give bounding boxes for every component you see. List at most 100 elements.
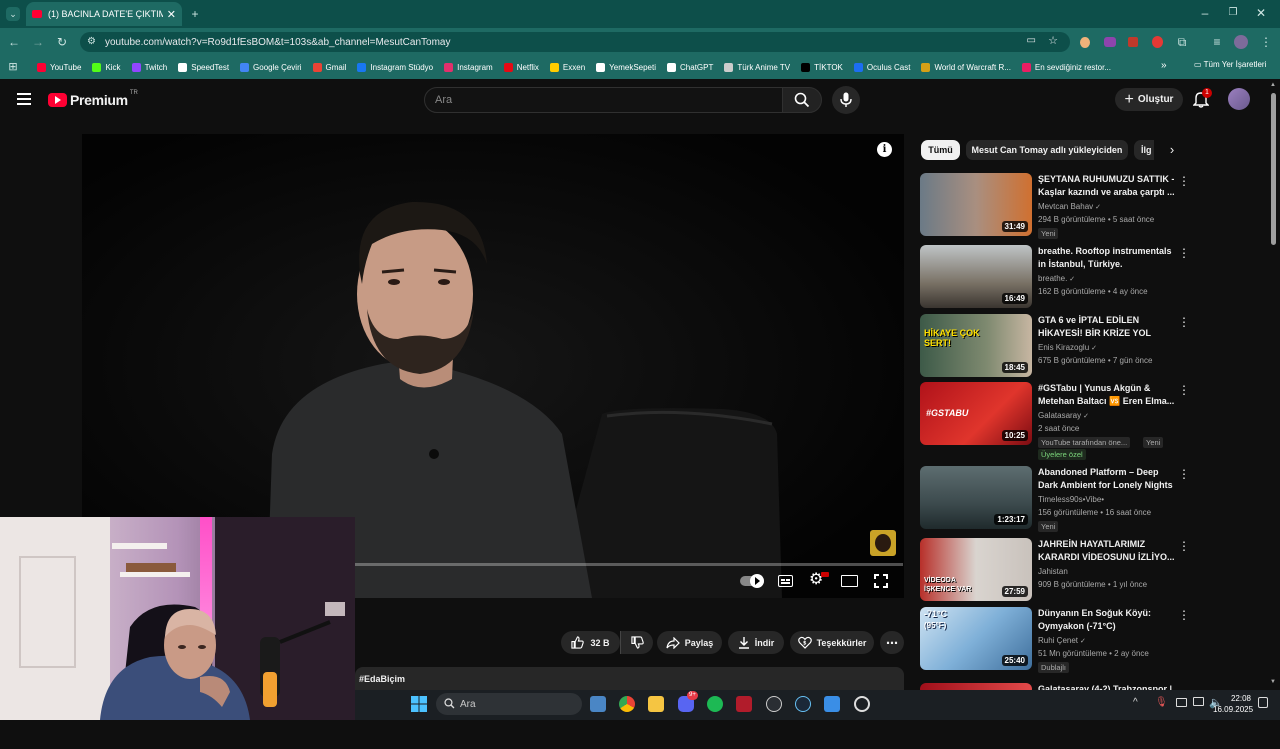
tab-search-icon[interactable]: ⌄ <box>6 7 20 21</box>
bookmark-star-icon[interactable]: ☆ <box>1048 34 1058 47</box>
bookmark-item[interactable]: YouTube <box>32 55 87 79</box>
subtitles-icon[interactable] <box>778 575 793 587</box>
create-button[interactable]: + Oluştur <box>1115 88 1183 111</box>
discord-taskbar-icon[interactable]: 9+ <box>678 691 698 712</box>
scroll-down-icon[interactable]: ▼ <box>1270 679 1276 685</box>
channel-name[interactable]: Enis Kirazoglu ✓ <box>1038 343 1097 352</box>
bookmark-item[interactable]: ChatGPT <box>662 55 719 79</box>
more-actions-button[interactable]: ⋯ <box>880 631 904 654</box>
channel-name[interactable]: Ruhi Çenet ✓ <box>1038 636 1086 645</box>
recommendation-item[interactable]: 18:45 HİKAYE ÇOK SERT! GTA 6 ve İPTAL EDİL… <box>920 314 1190 380</box>
more-options-icon[interactable]: ⋮ <box>1178 316 1190 328</box>
video-thumbnail[interactable]: 18:45 HİKAYE ÇOK SERT! <box>920 314 1032 377</box>
account-avatar[interactable] <box>1228 88 1250 110</box>
youtube-premium-logo[interactable]: Premium TR <box>48 90 138 110</box>
profile-avatar-icon[interactable] <box>1234 35 1248 49</box>
download-button[interactable]: İndir <box>728 631 784 654</box>
video-title[interactable]: #GSTabu | Yunus Akgün & Metehan Baltacı … <box>1038 382 1178 408</box>
tray-display-icon[interactable] <box>1176 698 1187 707</box>
voice-search-button[interactable] <box>832 86 860 114</box>
video-progress-bar[interactable] <box>355 563 903 566</box>
bookmark-item[interactable]: Google Çeviri <box>235 55 307 79</box>
recommendation-item[interactable]: 27:59 VİDEODA İŞKENCE VAR JAHREİN HAYATLAR… <box>920 538 1190 604</box>
fullscreen-icon[interactable] <box>874 574 888 588</box>
all-bookmarks-folder[interactable]: ▭ Tüm Yer İşaretleri <box>1194 60 1266 69</box>
notification-center-icon[interactable] <box>1258 697 1268 708</box>
recommendation-item[interactable]: 31:49 ŞEYTANA RUHUMUZU SATTIK - Kaşlar ka… <box>920 173 1190 239</box>
taskbar-clock[interactable]: 22:08 16.09.2025 <box>1213 693 1253 715</box>
site-info-icon[interactable]: ⚙ <box>87 36 96 47</box>
theater-mode-icon[interactable] <box>841 575 858 587</box>
back-icon[interactable]: ← <box>7 35 21 49</box>
info-icon[interactable]: i <box>877 142 892 157</box>
like-button[interactable]: 32 B <box>561 631 620 654</box>
more-options-icon[interactable]: ⋮ <box>1178 609 1190 621</box>
more-options-icon[interactable]: ⋮ <box>1178 175 1190 187</box>
task-view-icon[interactable] <box>590 696 606 712</box>
recommendation-item[interactable]: 10:25 #GSTABU #GSTabu | Yunus Akgün & Mete… <box>920 382 1190 460</box>
bookmark-item[interactable]: Exxen <box>545 55 591 79</box>
bookmark-item[interactable]: Netflix <box>499 55 545 79</box>
more-options-icon[interactable]: ⋮ <box>1178 540 1190 552</box>
obs-taskbar-icon[interactable] <box>824 696 840 712</box>
close-window-icon[interactable]: ✕ <box>1254 6 1268 20</box>
extension-icon-4[interactable] <box>1152 36 1163 48</box>
recommendation-item[interactable]: 16:49 breathe. Rooftop instrumentals in İ… <box>920 245 1190 311</box>
voicemeeter-taskbar-icon[interactable] <box>736 696 752 712</box>
channel-name[interactable]: Jahistan <box>1038 567 1068 576</box>
extensions-puzzle-icon[interactable]: ⧉ <box>1175 35 1189 49</box>
spotify-taskbar-icon[interactable] <box>707 696 723 712</box>
restore-icon[interactable]: ❐ <box>1226 6 1240 20</box>
chips-next-arrow-icon[interactable]: › <box>1164 142 1180 158</box>
channel-name[interactable]: breathe. ✓ <box>1038 274 1075 283</box>
thanks-button[interactable]: $ Teşekkürler <box>790 631 874 654</box>
cast-icon[interactable]: ▭ <box>1027 35 1036 46</box>
chrome-menu-icon[interactable]: ⋮ <box>1259 35 1273 49</box>
taskbar-search-box[interactable]: Ara <box>436 693 582 715</box>
tray-overflow-icon[interactable]: ^ <box>1133 697 1138 708</box>
video-title[interactable]: GTA 6 ve İPTAL EDİLEN HİKAYESİ! BİR KRİZ… <box>1038 314 1178 341</box>
new-tab-icon[interactable]: + <box>188 7 202 21</box>
file-explorer-icon[interactable] <box>648 696 664 712</box>
bookmarks-overflow-icon[interactable]: » <box>1161 60 1167 71</box>
video-thumbnail[interactable]: 16:49 <box>920 245 1032 308</box>
video-thumbnail[interactable]: 25:40 -71°C (95°F) <box>920 607 1032 670</box>
bookmark-item[interactable]: TİKTOK <box>796 55 849 79</box>
video-thumbnail[interactable]: 27:59 VİDEODA İŞKENCE VAR <box>920 538 1032 601</box>
video-title[interactable]: ŞEYTANA RUHUMUZU SATTIK - Kaşlar kazındı… <box>1038 173 1178 199</box>
channel-watermark[interactable] <box>870 530 896 556</box>
chip-related[interactable]: İlg <box>1134 140 1154 160</box>
video-thumbnail[interactable]: 1:23:17 <box>920 466 1032 529</box>
more-options-icon[interactable]: ⋮ <box>1178 468 1190 480</box>
minimize-icon[interactable]: – <box>1198 6 1212 20</box>
search-button[interactable] <box>782 87 822 113</box>
video-title[interactable]: JAHREİN HAYATLARIMIZ KARARDI VİDEOSUNU İ… <box>1038 538 1178 564</box>
notifications-button[interactable]: 1 <box>1192 88 1212 109</box>
tray-network-icon[interactable] <box>1193 697 1204 706</box>
chip-all[interactable]: Tümü <box>921 140 960 160</box>
video-thumbnail[interactable]: 31:49 <box>920 173 1032 236</box>
channel-name[interactable]: Galatasaray ✓ <box>1038 411 1089 420</box>
chip-from-uploader[interactable]: Mesut Can Tomay adlı yükleyiciden <box>966 140 1128 160</box>
bookmark-item[interactable]: World of Warcraft R... <box>916 55 1016 79</box>
bookmark-item[interactable]: Gmail <box>308 55 353 79</box>
recommendation-item[interactable]: 1:23:17 Abandoned Platform – Deep Dark Am… <box>920 466 1190 532</box>
recommendation-item[interactable]: 25:40 -71°C (95°F) Dünyanın En Soğuk Köyü: … <box>920 607 1190 673</box>
bookmark-item[interactable]: Instagram <box>439 55 499 79</box>
settings-taskbar-icon[interactable] <box>854 696 870 712</box>
channel-name[interactable]: Timeless90s•Vibe• <box>1038 495 1104 504</box>
reading-list-icon[interactable]: ≡ <box>1210 35 1224 49</box>
scrollbar-thumb[interactable] <box>1271 93 1276 245</box>
video-thumbnail[interactable]: 10:25 #GSTABU <box>920 382 1032 445</box>
extension-icon-2[interactable] <box>1104 37 1116 47</box>
bookmark-item[interactable]: Kick <box>87 55 126 79</box>
app-taskbar-icon[interactable] <box>766 696 782 712</box>
video-title[interactable]: Dünyanın En Soğuk Köyü: Oymyakon (-71°C) <box>1038 607 1178 633</box>
channel-name[interactable]: Mevtcan Bahav ✓ <box>1038 202 1101 211</box>
close-tab-icon[interactable]: ✕ <box>167 8 176 21</box>
bookmark-item[interactable]: Instagram Stüdyo <box>352 55 439 79</box>
apps-grid-icon[interactable]: ⊞ <box>6 60 20 74</box>
bookmark-item[interactable]: Twitch <box>127 55 174 79</box>
search-input[interactable]: Ara <box>424 87 783 113</box>
tray-mic-icon[interactable]: 🎙 <box>1155 697 1168 708</box>
